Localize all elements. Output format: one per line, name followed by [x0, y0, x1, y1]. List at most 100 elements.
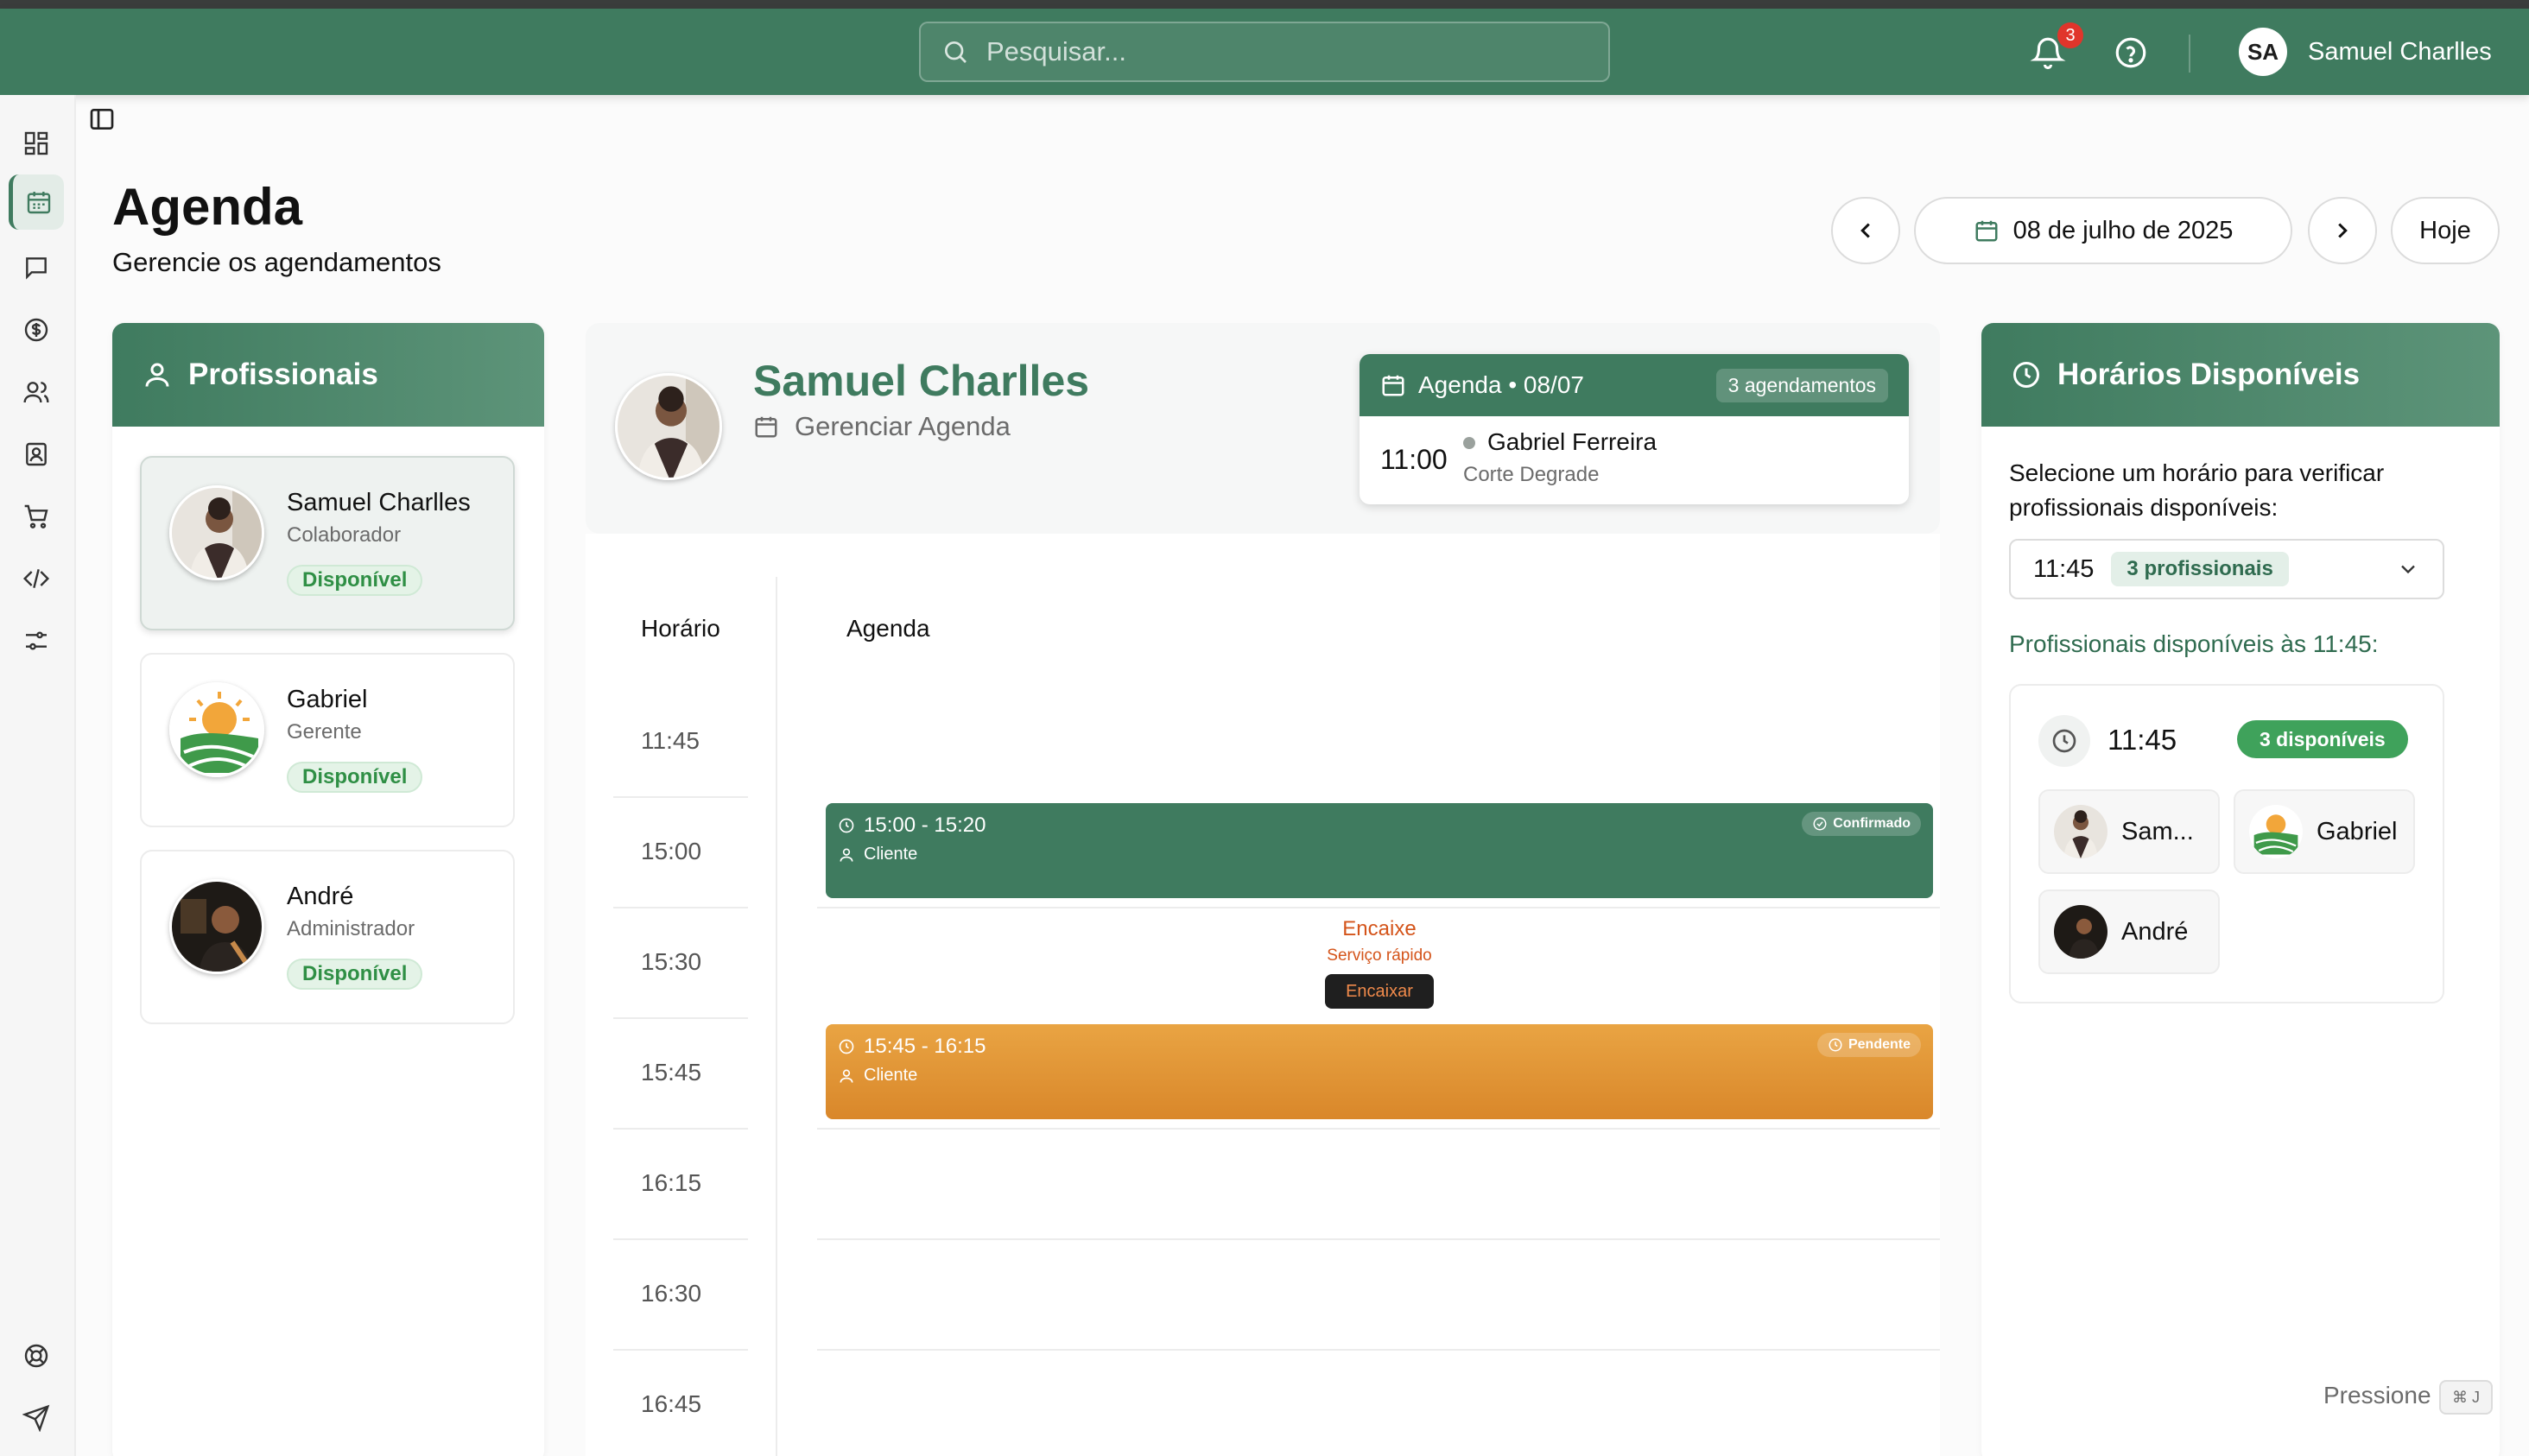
calendar-icon	[755, 416, 777, 438]
search-icon	[945, 41, 967, 63]
shortcut-key: ⌘ J	[2439, 1380, 2493, 1415]
prev-day-button[interactable]	[1831, 197, 1900, 264]
contact-icon[interactable]	[19, 437, 54, 472]
column-header-time: Horário	[641, 615, 720, 642]
chevron-left-icon	[1860, 223, 1870, 238]
date-picker-button[interactable]: 08 de julho de 2025	[1914, 197, 2292, 264]
user-icon	[840, 848, 853, 862]
available-times-header: Horários Disponíveis	[1981, 323, 2500, 427]
avatar	[169, 879, 264, 974]
dashboard-icon[interactable]	[19, 126, 54, 161]
row-divider	[817, 1128, 1940, 1130]
professional-card-samuel[interactable]: Samuel Charlles Colaborador Disponível	[140, 456, 515, 630]
status-badge: Confirmado	[1802, 812, 1921, 836]
chip-name: Gabriel	[2317, 817, 2398, 845]
encaixar-button[interactable]: Encaixar	[1325, 974, 1434, 1009]
page-subtitle: Gerencie os agendamentos	[112, 247, 441, 277]
search-input[interactable]	[986, 36, 1539, 67]
available-professional-chip[interactable]: Sam...	[2038, 789, 2220, 874]
calendar-icon	[1382, 375, 1404, 396]
status-label: Pendente	[1848, 1037, 1911, 1052]
professional-name: Samuel Charlles	[287, 489, 471, 516]
clock-icon	[839, 818, 854, 833]
search-box[interactable]	[919, 22, 1610, 82]
professionals-count-badge: 3 profissionais	[2111, 552, 2289, 586]
chevron-right-icon	[2338, 223, 2348, 238]
user-icon	[840, 1069, 853, 1083]
status-badge: Disponível	[287, 565, 423, 596]
avatar	[2054, 905, 2108, 959]
date-label: 08 de julho de 2025	[2012, 216, 2234, 244]
agenda-summary-header: Agenda • 08/07 3 agendamentos	[1360, 354, 1909, 416]
support-icon[interactable]	[19, 1339, 54, 1373]
avatar	[2249, 805, 2303, 858]
appointment-card-pending[interactable]: 15:45 - 16:15 Cliente Pendente	[826, 1024, 1933, 1119]
time-slot: 15:45	[641, 1059, 702, 1086]
slot-time: 11:45	[2108, 724, 2177, 756]
row-divider	[613, 1349, 748, 1351]
time-slot: 16:30	[641, 1280, 702, 1307]
appointment-card-confirmed[interactable]: 15:00 - 15:20 Cliente Confirmado	[826, 803, 1933, 898]
send-icon[interactable]	[19, 1401, 54, 1435]
time-slot: 15:30	[641, 948, 702, 975]
next-day-button[interactable]	[2308, 197, 2377, 264]
today-button[interactable]: Hoje	[2391, 197, 2500, 264]
clock-icon	[1829, 1038, 1842, 1052]
help-icon[interactable]	[2113, 35, 2149, 71]
row-divider	[817, 907, 1940, 908]
clock-icon	[2013, 362, 2039, 388]
status-badge: Disponível	[287, 959, 423, 990]
code-icon[interactable]	[19, 561, 54, 596]
available-instruction: Selecione um horário para verificar prof…	[2009, 459, 2385, 521]
row-divider	[613, 1128, 748, 1130]
sliders-icon[interactable]	[19, 624, 54, 658]
agenda-subtitle: Gerenciar Agenda	[753, 411, 1011, 442]
time-select[interactable]: 11:45 3 profissionais	[2009, 539, 2444, 599]
users-icon[interactable]	[19, 375, 54, 409]
clock-icon	[839, 1039, 854, 1054]
professional-card-andre[interactable]: André Administrador Disponível	[140, 850, 515, 1024]
left-rail	[0, 95, 76, 1456]
user-icon	[145, 363, 169, 387]
cart-icon[interactable]	[19, 499, 54, 534]
row-divider	[613, 907, 748, 908]
user-name[interactable]: Samuel Charlles	[2308, 38, 2492, 66]
calendar-icon[interactable]	[9, 174, 64, 230]
time-slot: 15:00	[641, 838, 702, 864]
appointment-client: Cliente	[864, 1066, 918, 1085]
status-badge: Pendente	[1816, 1033, 1921, 1057]
professional-card-gabriel[interactable]: Gabriel Gerente Disponível	[140, 653, 515, 827]
agenda-summary-title: Agenda • 08/07	[1418, 371, 1584, 398]
row-divider	[613, 796, 748, 798]
topbar-divider	[2189, 35, 2190, 73]
appointment-time: 15:00 - 15:20	[864, 813, 986, 837]
column-divider	[776, 577, 777, 1456]
status-label: Confirmado	[1833, 816, 1911, 831]
available-times-title: Horários Disponíveis	[2057, 358, 2361, 391]
avatar	[169, 485, 264, 580]
appointments-count-badge: 3 agendamentos	[1715, 368, 1888, 402]
professional-name: André	[287, 883, 354, 910]
professionals-title: Profissionais	[188, 358, 378, 391]
calendar-icon	[1975, 220, 1998, 242]
user-avatar[interactable]: SA	[2239, 28, 2287, 76]
agenda-summary-card[interactable]: Agenda • 08/07 3 agendamentos 11:00 Gabr…	[1360, 354, 1909, 504]
available-list-label: Profissionais disponíveis às 11:45:	[2009, 630, 2379, 657]
chat-icon[interactable]	[19, 250, 54, 285]
summary-time: 11:00	[1380, 444, 1448, 475]
appointment-client: Cliente	[864, 845, 918, 864]
page-title: Agenda	[112, 178, 303, 236]
row-divider	[817, 1349, 1940, 1351]
dollar-icon[interactable]	[19, 313, 54, 347]
row-divider	[817, 1238, 1940, 1240]
sidebar-toggle-icon[interactable]	[88, 105, 116, 133]
shortcut-hint: Pressione	[2323, 1382, 2431, 1409]
professional-role: Gerente	[287, 720, 362, 744]
available-professional-chip[interactable]: Gabriel	[2234, 789, 2415, 874]
row-divider	[613, 1238, 748, 1240]
available-professional-chip[interactable]: André	[2038, 889, 2220, 974]
professionals-header: Profissionais	[112, 323, 544, 427]
agenda-subtitle-label: Gerenciar Agenda	[795, 411, 1011, 441]
time-slot: 16:15	[641, 1169, 702, 1196]
selected-time: 11:45	[2033, 554, 2095, 583]
